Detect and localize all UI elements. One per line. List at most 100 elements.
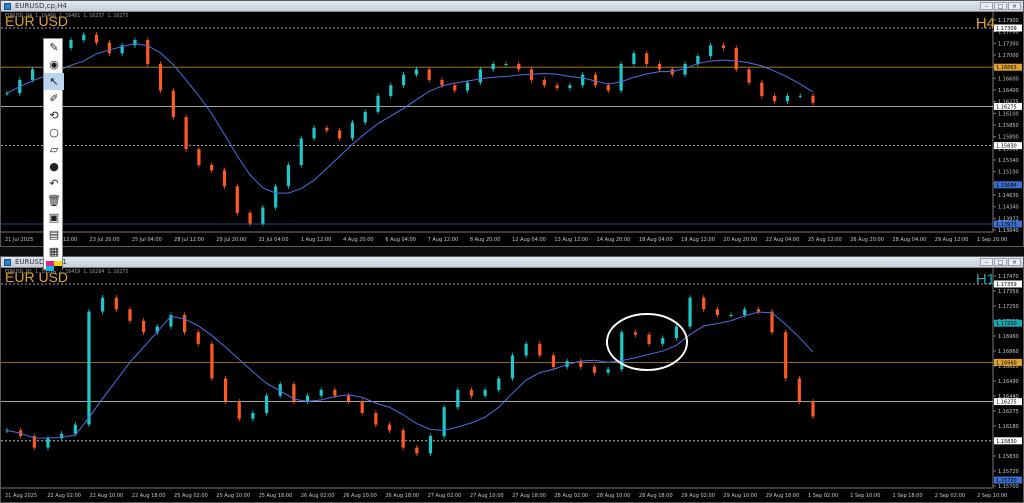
price-level-tag-label: 1.15684 [996, 183, 1017, 189]
candle-body [568, 85, 572, 88]
candle-body [196, 332, 200, 344]
time-tick-label: 1 Sep 18:00 [892, 493, 922, 499]
candle-body [721, 45, 726, 49]
minimize-button[interactable]: – [980, 258, 993, 266]
ruler-icon[interactable]: ▱ [44, 141, 64, 158]
candle-body [235, 186, 239, 213]
circle-icon[interactable]: ○ [44, 124, 64, 141]
close-button[interactable]: × [1008, 2, 1021, 10]
maximize-button[interactable]: □ [994, 2, 1007, 10]
drawing-toolbar: ✎ ◉ ↖ ✐ ⟲ ○ ▱ ● ↶ 🗑 ▣ ▤ ▦ [43, 38, 64, 271]
undo-icon[interactable]: ↶ [44, 175, 64, 192]
bus-icon[interactable]: ▣ [44, 209, 64, 226]
candle-body [453, 85, 457, 91]
clipboard-icon[interactable]: ▦ [44, 243, 64, 260]
time-tick-label: 7 Aug 12:00 [428, 237, 459, 243]
candlestick-chart-h4[interactable]: 1.179001.177001.173001.170001.168901.166… [1, 12, 1023, 246]
time-tick-label: 28 Jul 12:00 [174, 237, 204, 243]
candle-body [517, 63, 521, 70]
candle-body [593, 74, 598, 86]
candle-body [524, 343, 528, 356]
rotate-icon[interactable]: ⟲ [44, 107, 64, 124]
time-tick-label: 28 Aug 02:00 [554, 493, 588, 499]
price-tick-label: 1.16860 [998, 349, 1019, 355]
candle-body [197, 149, 201, 166]
candle-body [107, 42, 111, 54]
time-tick-label: 2 Sep 02:00 [935, 493, 965, 499]
price-tick-label: 1.15700 [998, 484, 1019, 490]
time-tick-label: 18 Aug 04:00 [639, 237, 673, 243]
candle-body [696, 56, 700, 64]
candle-body [101, 297, 105, 312]
price-tick-label: 1.17250 [998, 304, 1019, 310]
price-level-tag-label: 1.15830 [996, 439, 1017, 445]
time-tick-label: 1 Sep 02:00 [808, 493, 838, 499]
price-tick-label: 1.17359 [998, 289, 1019, 295]
candle-body [811, 401, 815, 417]
candle-body [94, 34, 99, 43]
cursor-icon[interactable]: ↖ [44, 73, 64, 90]
candle-body [619, 63, 623, 91]
candlestick-chart-h1[interactable]: 1.174701.173591.172501.170301.169601.168… [1, 268, 1023, 502]
candle-body [305, 395, 310, 402]
time-tick-label: 20 Aug 20:00 [723, 237, 757, 243]
time-tick-label: 26 Aug 10:00 [343, 493, 377, 499]
window-titlebar[interactable]: EURUSD,cp,H1 – □ × [1, 257, 1023, 268]
window-titlebar[interactable]: EURUSD,cp,H4 – □ × [1, 1, 1023, 12]
time-tick-label: 23 Jul 20:00 [90, 237, 120, 243]
price-tick-label: 1.17300 [998, 41, 1019, 47]
color-palette[interactable] [46, 261, 62, 271]
time-tick-label: 22 Aug 18:00 [132, 493, 166, 499]
time-tick-label: 22 Aug 04:00 [766, 237, 800, 243]
palette-swatch[interactable] [54, 266, 62, 271]
candle-body [274, 186, 278, 208]
candle-body [504, 63, 508, 65]
candle-body [210, 165, 214, 171]
time-tick-label: 22 Aug 02:00 [47, 493, 81, 499]
price-tick-label: 1.17900 [998, 18, 1019, 24]
pencil-icon[interactable]: ✐ [44, 90, 64, 107]
candle-body [702, 297, 706, 310]
candle-body [491, 63, 495, 70]
candle-body [376, 95, 380, 112]
minimize-button[interactable]: – [980, 2, 993, 10]
candle-body [797, 378, 801, 402]
candle-body [715, 309, 719, 315]
palette-swatch[interactable] [46, 266, 54, 271]
price-tick-label: 1.16490 [998, 379, 1019, 385]
candle-body [606, 369, 610, 373]
timeframe-label: H1 [975, 271, 995, 288]
price-tick-label: 1.15800 [998, 135, 1019, 141]
eye-icon[interactable]: ◉ [44, 56, 64, 73]
moving-average-line [6, 311, 814, 439]
symbol-label: EUR USD [5, 269, 69, 285]
chart-window-icon [4, 3, 11, 10]
dot-icon[interactable]: ● [44, 158, 64, 175]
chart-window-h1[interactable]: EURUSD,cp,H1 – □ × 1.17470 1.17359 1.17250… [0, 256, 1024, 503]
close-button[interactable]: × [1008, 258, 1021, 266]
price-level-tag-label: 1.15720 [996, 478, 1017, 484]
maximize-button[interactable]: □ [994, 258, 1007, 266]
candle-body [248, 212, 252, 224]
time-tick-label: 14 Aug 20:00 [597, 237, 631, 243]
camera-icon[interactable]: ▤ [44, 226, 64, 243]
candle-body [592, 366, 597, 373]
candle-body [69, 40, 73, 49]
candle-body [784, 332, 788, 379]
candle-body [261, 207, 265, 224]
candle-body [442, 407, 446, 437]
candle-body [798, 95, 802, 97]
candle-body [465, 82, 470, 91]
candle-body [657, 63, 662, 70]
candle-body [319, 389, 323, 396]
candle-body [729, 314, 733, 316]
price-level-tag-label: 1.16275 [996, 400, 1017, 406]
candle-body [210, 343, 214, 379]
trash-icon[interactable]: 🗑 [44, 192, 64, 209]
time-tick-label: 2 Sep 10:00 [977, 493, 1007, 499]
chart-window-h4[interactable]: EURUSD,cp,H4 – □ × 1.17900 1.17700 1.17300… [0, 0, 1024, 247]
time-tick-label: 25 Aug 12:00 [808, 237, 842, 243]
time-tick-label: 28 Aug 04:00 [892, 237, 926, 243]
candle-body [146, 40, 150, 64]
pin-icon[interactable]: ✎ [44, 39, 64, 56]
